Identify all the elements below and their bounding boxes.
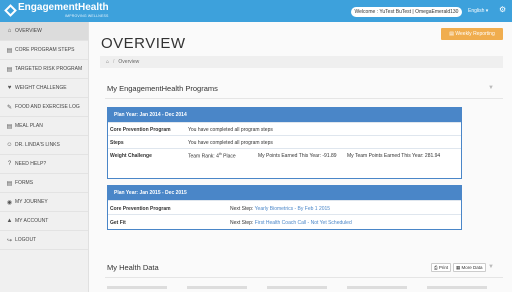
- placeholder-bar: [427, 286, 487, 289]
- table-row: Core Prevention Program You have complet…: [108, 122, 461, 135]
- sidebar-item-label: WEIGHT CHALLENGE: [15, 85, 67, 91]
- heart-icon: ♥: [7, 85, 12, 91]
- next-step-prefix: Next Step:: [230, 206, 255, 212]
- sidebar: ⌂ OVERVIEW ▤ CORE PROGRAM STEPS ▤ TARGET…: [0, 22, 89, 292]
- row-value: Next Step: First Health Coach Call - Not…: [230, 220, 352, 226]
- sidebar-item-targeted-risk-program[interactable]: ▤ TARGETED RISK PROGRAM: [0, 60, 88, 79]
- next-step-prefix: Next Step:: [230, 220, 255, 226]
- language-label: English: [468, 8, 485, 14]
- chevron-down-icon[interactable]: ▼: [488, 264, 494, 270]
- sidebar-item-food-and-exercise-log[interactable]: ✎ FOOD AND EXERCISE LOG: [0, 98, 88, 117]
- logo[interactable]: EngagementHealth IMPROVING WELLNESS: [4, 3, 109, 18]
- welcome-badge[interactable]: Welcome : YuTest BuTest | OmegaEmerald13…: [351, 7, 462, 17]
- sidebar-item-label: CORE PROGRAM STEPS: [15, 47, 75, 53]
- sidebar-item-label: FORMS: [15, 180, 34, 186]
- sidebar-item-label: LOGOUT: [15, 237, 37, 243]
- map-marker-icon: ◉: [6, 199, 13, 206]
- my-points: My Points Earned This Year: -91.89: [258, 153, 337, 159]
- team-rank: Team Rank: 4th Place: [188, 152, 236, 160]
- chevron-down-icon[interactable]: ▼: [488, 85, 494, 91]
- table-row: Steps You have completed all program ste…: [108, 135, 461, 148]
- divider: [105, 277, 503, 278]
- sidebar-item-label: MY JOURNEY: [15, 199, 48, 205]
- sidebar-item-my-account[interactable]: ▲ MY ACCOUNT: [0, 212, 88, 231]
- sidebar-item-meal-plan[interactable]: ▤ MEAL PLAN: [0, 117, 88, 136]
- logo-tagline: IMPROVING WELLNESS: [64, 14, 109, 18]
- logout-icon: ↪: [6, 237, 13, 244]
- team-rank-suffix: Place: [221, 153, 236, 160]
- sidebar-item-core-program-steps[interactable]: ▤ CORE PROGRAM STEPS: [0, 41, 88, 60]
- yearly-biometrics-link[interactable]: Yearly Biometrics - By Feb 1 2015: [255, 206, 330, 212]
- home-icon[interactable]: ⌂: [106, 56, 109, 68]
- table-row: Core Prevention Program Next Step: Yearl…: [108, 200, 461, 214]
- placeholder-bar: [347, 286, 407, 289]
- row-label: Steps: [110, 140, 124, 146]
- health-data-content-cutoff: [107, 286, 487, 292]
- sidebar-item-label: DR. LINDA'S LINKS: [15, 142, 60, 148]
- health-coach-call-link[interactable]: First Health Coach Call - Not Yet Schedu…: [255, 220, 352, 226]
- table-row: Get Fit Next Step: First Health Coach Ca…: [108, 214, 461, 228]
- more-data-label: More Data: [461, 265, 483, 270]
- panel-header: Plan Year: Jan 2015 - Dec 2015: [108, 186, 461, 200]
- sidebar-item-label: TARGETED RISK PROGRAM: [15, 66, 83, 72]
- row-label: Core Prevention Program: [110, 127, 171, 133]
- sidebar-item-overview[interactable]: ⌂ OVERVIEW: [0, 22, 88, 41]
- placeholder-bar: [107, 286, 167, 289]
- pencil-icon: ✎: [6, 104, 13, 111]
- sidebar-item-label: MEAL PLAN: [15, 123, 43, 129]
- list-icon: ▤: [6, 123, 13, 130]
- sidebar-item-label: FOOD AND EXERCISE LOG: [15, 104, 80, 110]
- row-label: Weight Challenge: [110, 153, 152, 159]
- sidebar-item-forms[interactable]: ▤ FORMS: [0, 174, 88, 193]
- sidebar-item-label: NEED HELP?: [15, 161, 47, 167]
- row-value: Next Step: Yearly Biometrics - By Feb 1 …: [230, 206, 330, 212]
- breadcrumb: ⌂ / Overview: [100, 56, 503, 68]
- logo-diamond-icon: [4, 4, 17, 17]
- sidebar-item-my-journey[interactable]: ◉ MY JOURNEY: [0, 193, 88, 212]
- language-dropdown[interactable]: English ▾: [468, 8, 488, 14]
- team-points: My Team Points Earned This Year: 281.94: [347, 153, 441, 159]
- divider: [105, 98, 503, 99]
- breadcrumb-separator: /: [113, 59, 115, 65]
- row-value: You have completed all program steps: [188, 140, 273, 146]
- panel-header: Plan Year: Jan 2014 - Dec 2014: [108, 108, 461, 122]
- sidebar-item-dr-lindas-links[interactable]: ☺ DR. LINDA'S LINKS: [0, 136, 88, 155]
- list-icon: ▤: [6, 66, 13, 73]
- sidebar-item-label: MY ACCOUNT: [15, 218, 49, 224]
- list-icon: ▤: [6, 47, 13, 54]
- more-data-button[interactable]: ▦ More Data: [453, 263, 486, 272]
- user-icon: ☺: [6, 142, 13, 148]
- row-label: Core Prevention Program: [110, 206, 171, 212]
- placeholder-bar: [187, 286, 247, 289]
- document-icon: ▤: [6, 180, 13, 187]
- top-bar: EngagementHealth IMPROVING WELLNESS Welc…: [0, 0, 512, 22]
- logo-text: EngagementHealth: [18, 2, 109, 13]
- plan-year-panel-2015: Plan Year: Jan 2015 - Dec 2015 Core Prev…: [107, 185, 462, 230]
- sidebar-item-weight-challenge[interactable]: ♥ WEIGHT CHALLENGE: [0, 79, 88, 98]
- gear-icon[interactable]: ⚙: [499, 5, 506, 15]
- print-button[interactable]: ⎙ Print: [431, 263, 452, 272]
- weekly-reporting-label: Weekly Reporting: [455, 31, 495, 37]
- row-label: Get Fit: [110, 220, 126, 226]
- sidebar-item-need-help[interactable]: ? NEED HELP?: [0, 155, 88, 174]
- person-icon: ▲: [6, 218, 13, 224]
- home-icon: ⌂: [7, 28, 12, 34]
- table-row: Weight Challenge Team Rank: 4th Place My…: [108, 148, 461, 179]
- weekly-reporting-button[interactable]: ▤ Weekly Reporting: [441, 28, 503, 40]
- question-icon: ?: [7, 161, 12, 167]
- sidebar-item-label: OVERVIEW: [15, 28, 42, 34]
- health-data-section-title: My Health Data: [107, 263, 159, 272]
- team-rank-value: Team Rank: 4: [188, 153, 219, 160]
- sidebar-item-logout[interactable]: ↪ LOGOUT: [0, 231, 88, 250]
- chevron-down-icon: ▾: [485, 8, 489, 14]
- programs-section-title: My EngagementHealth Programs: [107, 84, 218, 93]
- page-title: OVERVIEW: [101, 35, 186, 52]
- placeholder-bar: [267, 286, 327, 289]
- breadcrumb-current: Overview: [118, 59, 140, 65]
- plan-year-panel-2014: Plan Year: Jan 2014 - Dec 2014 Core Prev…: [107, 107, 462, 179]
- print-label: Print: [438, 265, 449, 270]
- row-value: You have completed all program steps: [188, 127, 273, 133]
